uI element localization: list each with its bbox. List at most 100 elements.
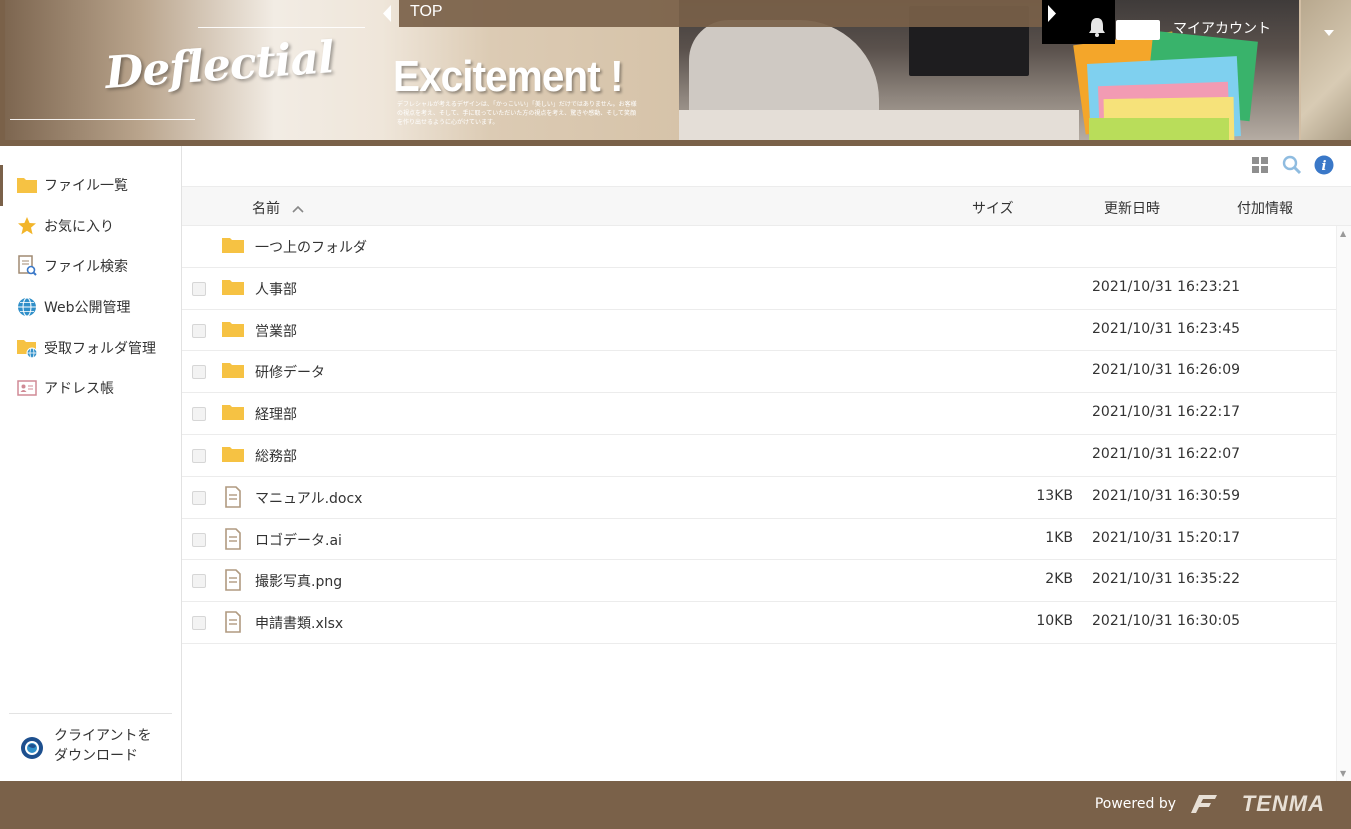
photo-paper-lime [1089, 118, 1229, 140]
sidebar-item-address-book[interactable]: アドレス帳 [0, 368, 181, 409]
file-name[interactable]: 営業部 [255, 321, 297, 341]
sidebar-item-web-publish[interactable]: Web公開管理 [0, 287, 181, 328]
sidebar-item-file-list[interactable]: ファイル一覧 [0, 165, 181, 206]
sidebar: ファイル一覧 お気に入り ファイル検索 Web公開管理 受取フォルダ管理 アドレ… [0, 146, 182, 781]
file-modified: 2021/10/31 16:23:21 [1092, 278, 1241, 295]
file-modified: 2021/10/31 16:30:05 [1092, 613, 1241, 630]
grid-view-icon[interactable] [1249, 154, 1271, 176]
row-checkbox[interactable] [192, 281, 206, 296]
account-avatar [1116, 20, 1160, 40]
info-icon[interactable]: i [1313, 154, 1335, 176]
sidebar-item-favorites[interactable]: お気に入り [0, 206, 181, 247]
folder-icon [221, 319, 245, 341]
column-header-name[interactable]: 名前 [252, 198, 305, 218]
folder-icon [221, 235, 245, 257]
footer: Powered by TENMA [0, 781, 1351, 829]
folder-globe-icon [16, 337, 38, 359]
row-checkbox[interactable] [192, 574, 206, 589]
file-size: 10KB [1036, 613, 1073, 630]
table-row[interactable]: 申請書類.xlsx 10KB 2021/10/31 16:30:05 [182, 602, 1336, 644]
document-icon [221, 569, 245, 592]
sidebar-item-label: お気に入り [44, 218, 114, 235]
file-size: 2KB [1045, 571, 1073, 588]
table-row[interactable]: 撮影写真.png 2KB 2021/10/31 16:35:22 [182, 560, 1336, 603]
file-search-icon [16, 255, 38, 277]
folder-icon [16, 174, 38, 196]
sidebar-item-label: ファイル一覧 [44, 178, 128, 195]
sidebar-item-file-search[interactable]: ファイル検索 [0, 246, 181, 287]
row-checkbox[interactable] [192, 490, 206, 505]
star-icon [16, 215, 38, 237]
client-download-icon [20, 736, 44, 764]
table-row[interactable]: 営業部 2021/10/31 16:23:45 [182, 310, 1336, 352]
sidebar-item-label: ファイル検索 [44, 259, 128, 276]
file-name[interactable]: 経理部 [255, 404, 297, 424]
table-row[interactable]: 人事部 2021/10/31 16:23:21 [182, 268, 1336, 310]
table-row[interactable]: 研修データ 2021/10/31 16:26:09 [182, 351, 1336, 394]
folder-icon [221, 277, 245, 299]
sidebar-item-receive-folder[interactable]: 受取フォルダ管理 [0, 327, 181, 368]
column-header-modified[interactable]: 更新日時 [1104, 198, 1160, 218]
file-name[interactable]: 総務部 [255, 446, 297, 466]
file-modified: 2021/10/31 16:22:17 [1092, 404, 1241, 421]
row-checkbox[interactable] [192, 616, 206, 631]
file-name[interactable]: 撮影写真.png [255, 571, 342, 591]
scroll-up-icon[interactable]: ▲ [1340, 229, 1346, 238]
file-name[interactable]: 申請書類.xlsx [255, 613, 343, 633]
my-account-menu[interactable]: マイアカウント [1116, 0, 1296, 54]
client-download-button[interactable]: クライアントを ダウンロード [20, 726, 164, 766]
table-row[interactable]: ロゴデータ.ai 1KB 2021/10/31 15:20:17 [182, 519, 1336, 561]
file-name[interactable]: 研修データ [255, 362, 325, 382]
row-checkbox[interactable] [192, 448, 206, 463]
table-row[interactable]: マニュアル.docx 13KB 2021/10/31 16:30:59 [182, 477, 1336, 519]
file-modified: 2021/10/31 16:22:07 [1092, 445, 1241, 462]
top-nav-bar: TOP [399, 0, 1042, 27]
chevron-down-icon[interactable] [1323, 22, 1335, 41]
file-name[interactable]: 人事部 [255, 279, 297, 299]
row-checkbox[interactable] [192, 532, 206, 547]
header-banner: Deflectial Excitement ! デフレシャルが考えるデザインは、… [0, 0, 1351, 146]
sidebar-divider [9, 713, 172, 714]
column-name-label: 名前 [252, 201, 280, 217]
folder-icon [221, 444, 245, 466]
table-row[interactable]: 総務部 2021/10/31 16:22:07 [182, 435, 1336, 477]
file-size: 13KB [1036, 487, 1073, 504]
address-card-icon [16, 377, 38, 399]
file-name[interactable]: マニュアル.docx [255, 488, 362, 508]
bell-icon[interactable] [1087, 16, 1107, 38]
view-toolbar: i [1249, 154, 1351, 178]
powered-by-label: Powered by [1094, 796, 1176, 812]
vertical-scrollbar[interactable]: ▲ ▼ [1336, 226, 1351, 781]
table-row[interactable]: 経理部 2021/10/31 16:22:17 [182, 393, 1336, 435]
document-icon [221, 611, 245, 633]
document-icon [221, 527, 245, 550]
folder-icon [221, 402, 245, 424]
file-modified: 2021/10/31 15:20:17 [1092, 529, 1241, 546]
file-size: 1KB [1045, 529, 1073, 546]
scroll-down-icon[interactable]: ▼ [1340, 769, 1346, 778]
sidebar-item-label: 受取フォルダ管理 [44, 340, 156, 357]
sidebar-item-label: Web公開管理 [44, 300, 131, 317]
file-list-panel: i 名前 サイズ 更新日時 付加情報 一つ上のフォルダ 人事部 2021/10/… [182, 146, 1351, 781]
photo-desk [679, 110, 1079, 140]
parent-folder-label: 一つ上のフォルダ [255, 240, 367, 256]
parent-folder-row[interactable]: 一つ上のフォルダ [182, 226, 1336, 268]
column-header-size[interactable]: サイズ [972, 198, 1014, 218]
document-icon [221, 485, 245, 508]
row-checkbox[interactable] [192, 365, 206, 380]
sidebar-item-label: アドレス帳 [44, 381, 114, 398]
brand-name: TENMA [1241, 791, 1325, 816]
search-icon[interactable] [1281, 154, 1303, 176]
tenma-logo-icon [1189, 793, 1219, 819]
file-name[interactable]: ロゴデータ.ai [255, 530, 342, 550]
prev-arrow-icon[interactable] [381, 0, 395, 27]
row-checkbox[interactable] [192, 407, 206, 422]
folder-icon [221, 360, 245, 382]
next-arrow-icon[interactable] [1045, 0, 1059, 27]
table-header: 名前 サイズ 更新日時 付加情報 [182, 186, 1351, 226]
column-header-extra[interactable]: 付加情報 [1237, 198, 1293, 218]
top-nav-label[interactable]: TOP [410, 3, 443, 21]
my-account-label: マイアカウント [1173, 21, 1271, 37]
row-checkbox[interactable] [192, 323, 206, 338]
logo-rule-top [198, 27, 365, 28]
